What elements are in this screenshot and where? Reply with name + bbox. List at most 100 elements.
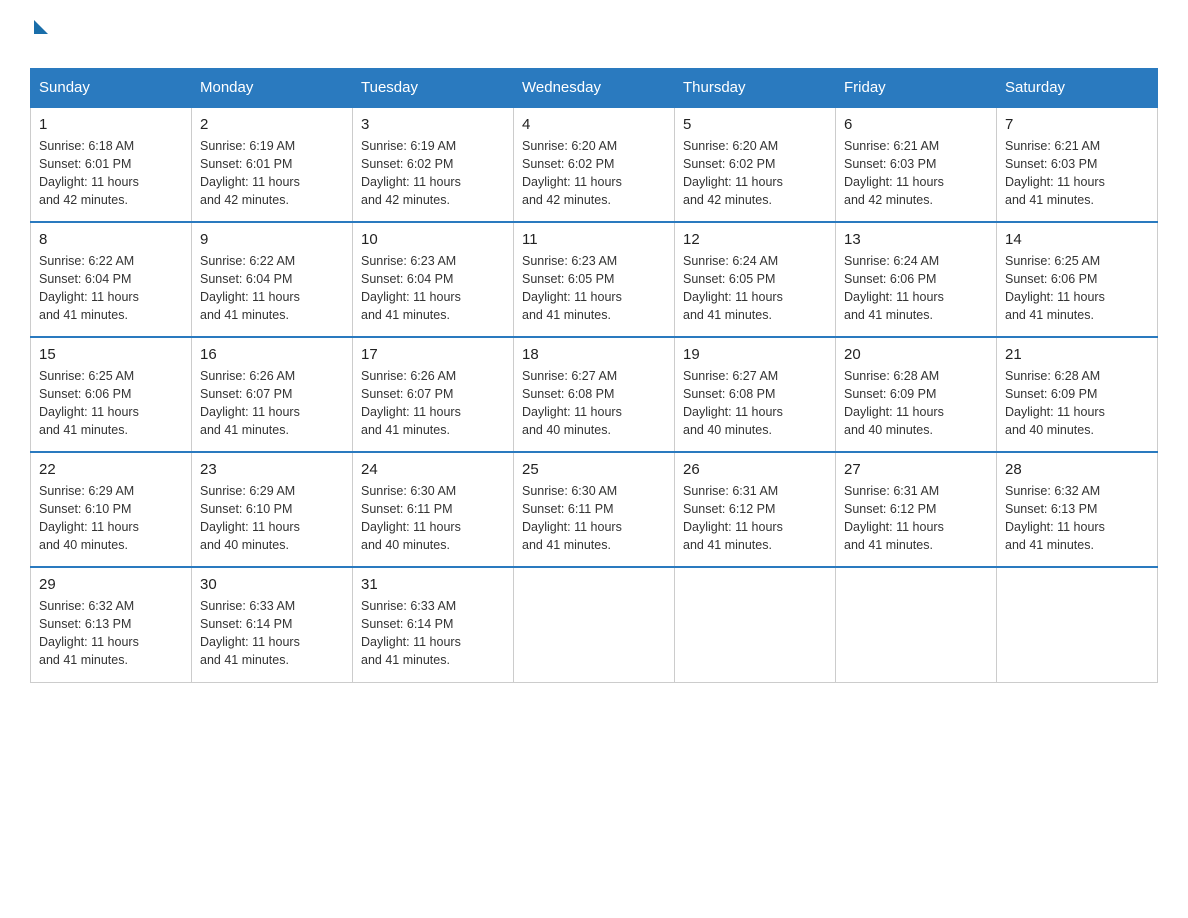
day-number: 16 [200, 346, 344, 363]
day-number: 7 [1005, 116, 1149, 133]
calendar-table: SundayMondayTuesdayWednesdayThursdayFrid… [30, 68, 1158, 683]
day-info: Sunrise: 6:25 AMSunset: 6:06 PMDaylight:… [1005, 252, 1149, 325]
day-number: 26 [683, 461, 827, 478]
day-info: Sunrise: 6:30 AMSunset: 6:11 PMDaylight:… [522, 482, 666, 555]
day-info: Sunrise: 6:23 AMSunset: 6:05 PMDaylight:… [522, 252, 666, 325]
day-number: 8 [39, 231, 183, 248]
day-info: Sunrise: 6:27 AMSunset: 6:08 PMDaylight:… [683, 367, 827, 440]
day-info: Sunrise: 6:26 AMSunset: 6:07 PMDaylight:… [361, 367, 505, 440]
day-info: Sunrise: 6:27 AMSunset: 6:08 PMDaylight:… [522, 367, 666, 440]
day-number: 4 [522, 116, 666, 133]
calendar-day-19: 19 Sunrise: 6:27 AMSunset: 6:08 PMDayligh… [675, 337, 836, 452]
calendar-header-friday: Friday [836, 69, 997, 108]
calendar-week-3: 15Sunrise: 6:25 AMSunset: 6:06 PMDayligh… [31, 337, 1158, 452]
day-number: 15 [39, 346, 183, 363]
calendar-day-2: 2 Sunrise: 6:19 AMSunset: 6:01 PMDaylight… [192, 107, 353, 222]
day-number: 14 [1005, 231, 1149, 248]
logo [30, 20, 48, 48]
calendar-empty-cell [675, 567, 836, 682]
day-number: 17 [361, 346, 505, 363]
day-number: 27 [844, 461, 988, 478]
day-number: 21 [1005, 346, 1149, 363]
page-header [30, 20, 1158, 48]
day-number: 10 [361, 231, 505, 248]
day-info: Sunrise: 6:21 AMSunset: 6:03 PMDaylight:… [844, 137, 988, 210]
day-info: Sunrise: 6:23 AMSunset: 6:04 PMDaylight:… [361, 252, 505, 325]
day-number: 18 [522, 346, 666, 363]
calendar-week-5: 29 Sunrise: 6:32 AMSunset: 6:13 PMDayligh… [31, 567, 1158, 682]
day-number: 23 [200, 461, 344, 478]
calendar-header-row: SundayMondayTuesdayWednesdayThursdayFrid… [31, 69, 1158, 108]
day-number: 20 [844, 346, 988, 363]
day-info: Sunrise: 6:31 AMSunset: 6:12 PMDaylight:… [844, 482, 988, 555]
calendar-day-27: 27 Sunrise: 6:31 AMSunset: 6:12 PMDayligh… [836, 452, 997, 567]
calendar-day-7: 7 Sunrise: 6:21 AMSunset: 6:03 PMDaylight… [997, 107, 1158, 222]
calendar-day-21: 21 Sunrise: 6:28 AMSunset: 6:09 PMDayligh… [997, 337, 1158, 452]
day-number: 22 [39, 461, 183, 478]
day-info: Sunrise: 6:19 AMSunset: 6:02 PMDaylight:… [361, 137, 505, 210]
day-info: Sunrise: 6:19 AMSunset: 6:01 PMDaylight:… [200, 137, 344, 210]
calendar-day-20: 20Sunrise: 6:28 AMSunset: 6:09 PMDayligh… [836, 337, 997, 452]
calendar-day-13: 13 Sunrise: 6:24 AMSunset: 6:06 PMDayligh… [836, 222, 997, 337]
day-info: Sunrise: 6:20 AMSunset: 6:02 PMDaylight:… [683, 137, 827, 210]
calendar-day-16: 16 Sunrise: 6:26 AMSunset: 6:07 PMDayligh… [192, 337, 353, 452]
calendar-header-tuesday: Tuesday [353, 69, 514, 108]
day-number: 13 [844, 231, 988, 248]
calendar-week-1: 1Sunrise: 6:18 AMSunset: 6:01 PMDaylight… [31, 107, 1158, 222]
calendar-day-30: 30Sunrise: 6:33 AMSunset: 6:14 PMDayligh… [192, 567, 353, 682]
calendar-day-11: 11Sunrise: 6:23 AMSunset: 6:05 PMDayligh… [514, 222, 675, 337]
calendar-day-28: 28Sunrise: 6:32 AMSunset: 6:13 PMDayligh… [997, 452, 1158, 567]
day-number: 9 [200, 231, 344, 248]
calendar-empty-cell [997, 567, 1158, 682]
calendar-header-thursday: Thursday [675, 69, 836, 108]
day-info: Sunrise: 6:31 AMSunset: 6:12 PMDaylight:… [683, 482, 827, 555]
calendar-day-25: 25 Sunrise: 6:30 AMSunset: 6:11 PMDayligh… [514, 452, 675, 567]
day-info: Sunrise: 6:33 AMSunset: 6:14 PMDaylight:… [361, 597, 505, 670]
calendar-day-23: 23 Sunrise: 6:29 AMSunset: 6:10 PMDayligh… [192, 452, 353, 567]
day-number: 2 [200, 116, 344, 133]
day-info: Sunrise: 6:26 AMSunset: 6:07 PMDaylight:… [200, 367, 344, 440]
day-number: 31 [361, 576, 505, 593]
calendar-empty-cell [514, 567, 675, 682]
calendar-week-2: 8 Sunrise: 6:22 AMSunset: 6:04 PMDaylight… [31, 222, 1158, 337]
calendar-day-3: 3Sunrise: 6:19 AMSunset: 6:02 PMDaylight… [353, 107, 514, 222]
day-info: Sunrise: 6:32 AMSunset: 6:13 PMDaylight:… [39, 597, 183, 670]
calendar-day-26: 26 Sunrise: 6:31 AMSunset: 6:12 PMDayligh… [675, 452, 836, 567]
day-number: 12 [683, 231, 827, 248]
day-number: 25 [522, 461, 666, 478]
calendar-day-9: 9 Sunrise: 6:22 AMSunset: 6:04 PMDaylight… [192, 222, 353, 337]
calendar-day-17: 17 Sunrise: 6:26 AMSunset: 6:07 PMDayligh… [353, 337, 514, 452]
day-info: Sunrise: 6:22 AMSunset: 6:04 PMDaylight:… [200, 252, 344, 325]
calendar-day-12: 12 Sunrise: 6:24 AMSunset: 6:05 PMDayligh… [675, 222, 836, 337]
calendar-day-14: 14 Sunrise: 6:25 AMSunset: 6:06 PMDayligh… [997, 222, 1158, 337]
calendar-header-saturday: Saturday [997, 69, 1158, 108]
logo-triangle-icon [34, 20, 48, 34]
calendar-day-24: 24Sunrise: 6:30 AMSunset: 6:11 PMDayligh… [353, 452, 514, 567]
day-info: Sunrise: 6:32 AMSunset: 6:13 PMDaylight:… [1005, 482, 1149, 555]
day-info: Sunrise: 6:20 AMSunset: 6:02 PMDaylight:… [522, 137, 666, 210]
day-info: Sunrise: 6:29 AMSunset: 6:10 PMDaylight:… [200, 482, 344, 555]
day-number: 29 [39, 576, 183, 593]
calendar-day-18: 18 Sunrise: 6:27 AMSunset: 6:08 PMDayligh… [514, 337, 675, 452]
day-info: Sunrise: 6:24 AMSunset: 6:05 PMDaylight:… [683, 252, 827, 325]
calendar-header-wednesday: Wednesday [514, 69, 675, 108]
calendar-week-4: 22 Sunrise: 6:29 AMSunset: 6:10 PMDayligh… [31, 452, 1158, 567]
calendar-day-8: 8 Sunrise: 6:22 AMSunset: 6:04 PMDaylight… [31, 222, 192, 337]
day-info: Sunrise: 6:30 AMSunset: 6:11 PMDaylight:… [361, 482, 505, 555]
day-info: Sunrise: 6:28 AMSunset: 6:09 PMDaylight:… [1005, 367, 1149, 440]
day-info: Sunrise: 6:33 AMSunset: 6:14 PMDaylight:… [200, 597, 344, 670]
day-info: Sunrise: 6:29 AMSunset: 6:10 PMDaylight:… [39, 482, 183, 555]
day-number: 1 [39, 116, 183, 133]
calendar-day-29: 29 Sunrise: 6:32 AMSunset: 6:13 PMDayligh… [31, 567, 192, 682]
day-info: Sunrise: 6:21 AMSunset: 6:03 PMDaylight:… [1005, 137, 1149, 210]
day-info: Sunrise: 6:24 AMSunset: 6:06 PMDaylight:… [844, 252, 988, 325]
calendar-header-monday: Monday [192, 69, 353, 108]
day-info: Sunrise: 6:22 AMSunset: 6:04 PMDaylight:… [39, 252, 183, 325]
calendar-header-sunday: Sunday [31, 69, 192, 108]
calendar-day-31: 31 Sunrise: 6:33 AMSunset: 6:14 PMDayligh… [353, 567, 514, 682]
calendar-day-6: 6Sunrise: 6:21 AMSunset: 6:03 PMDaylight… [836, 107, 997, 222]
calendar-day-22: 22 Sunrise: 6:29 AMSunset: 6:10 PMDayligh… [31, 452, 192, 567]
day-number: 5 [683, 116, 827, 133]
day-number: 19 [683, 346, 827, 363]
calendar-day-10: 10 Sunrise: 6:23 AMSunset: 6:04 PMDayligh… [353, 222, 514, 337]
